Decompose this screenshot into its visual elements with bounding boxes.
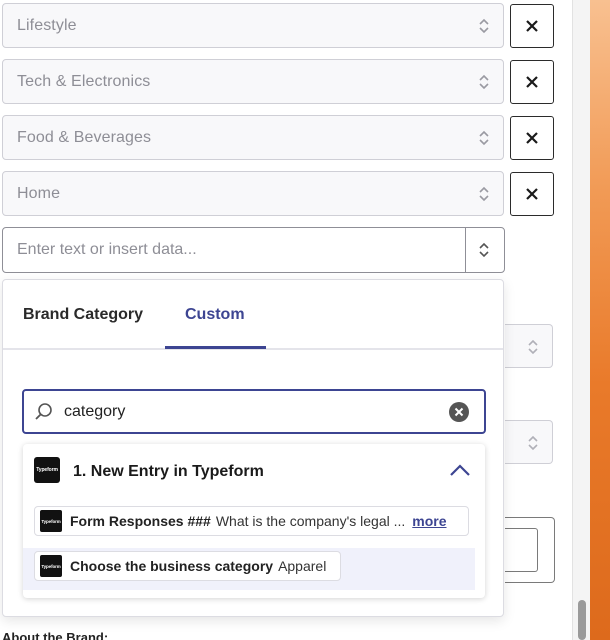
remove-item-button[interactable] xyxy=(510,116,554,160)
results-group-header[interactable]: Typeform 1. New Entry in Typeform xyxy=(23,444,485,496)
chevron-up-down-icon xyxy=(528,339,538,355)
category-select-3[interactable]: Food & Beverages xyxy=(2,115,504,160)
select-value: Tech & Electronics xyxy=(17,72,151,90)
item-value: Apparel xyxy=(278,558,327,574)
close-icon xyxy=(526,20,538,32)
tab-bar: Brand Category Custom xyxy=(3,280,503,350)
select-value: Home xyxy=(17,184,61,202)
tab-custom[interactable]: Custom xyxy=(185,306,245,324)
section-heading: About the Brand: xyxy=(2,630,109,640)
chevron-up-down-icon xyxy=(479,130,489,146)
chevron-up-icon[interactable] xyxy=(449,463,471,477)
search-results: Typeform 1. New Entry in Typeform Typefo… xyxy=(23,444,485,598)
category-select-4[interactable]: Home xyxy=(2,171,504,216)
chevron-up-down-icon xyxy=(528,435,538,451)
result-item-business-category[interactable]: Typeform Choose the business category Ap… xyxy=(34,551,341,581)
select-value: Lifestyle xyxy=(17,16,77,34)
close-icon xyxy=(526,132,538,144)
select-value: Food & Beverages xyxy=(17,128,152,146)
input-divider xyxy=(465,228,466,272)
clear-search-icon[interactable] xyxy=(449,402,469,422)
typeform-logo-icon: Typeform xyxy=(40,510,62,532)
chevron-up-down-icon xyxy=(479,18,489,34)
remove-item-button[interactable] xyxy=(510,172,554,216)
new-value-field[interactable] xyxy=(2,227,505,273)
remove-item-button[interactable] xyxy=(510,60,554,104)
item-label: Form Responses ### xyxy=(70,513,211,529)
category-select-2[interactable]: Tech & Electronics xyxy=(2,59,504,104)
active-tab-indicator xyxy=(165,346,266,349)
tab-brand-category[interactable]: Brand Category xyxy=(23,306,143,324)
category-select-1[interactable]: Lifestyle xyxy=(2,3,504,48)
item-value: What is the company's legal ... xyxy=(215,513,406,529)
page-scrollbar-thumb[interactable] xyxy=(578,600,586,640)
background-select[interactable] xyxy=(505,420,553,464)
more-link[interactable]: more xyxy=(412,513,446,529)
chevron-up-down-icon xyxy=(479,186,489,202)
close-icon xyxy=(526,76,538,88)
search-icon xyxy=(35,403,52,420)
new-value-input[interactable] xyxy=(3,228,465,272)
data-picker-popup: Brand Category Custom Typeform 1. New En… xyxy=(2,279,504,617)
data-search-input[interactable] xyxy=(64,391,444,432)
data-search-field[interactable] xyxy=(22,389,486,434)
typeform-logo-icon: Typeform xyxy=(34,457,60,483)
chevron-up-down-icon xyxy=(479,74,489,90)
group-title: 1. New Entry in Typeform xyxy=(73,463,264,480)
desktop-wallpaper xyxy=(590,0,610,640)
item-label: Choose the business category xyxy=(70,558,274,574)
remove-item-button[interactable] xyxy=(510,4,554,48)
typeform-logo-icon: Typeform xyxy=(40,555,62,577)
result-item-form-responses[interactable]: Typeform Form Responses ### What is the … xyxy=(34,506,469,536)
close-icon xyxy=(526,188,538,200)
page-scrollbar-track[interactable] xyxy=(572,0,590,640)
background-select[interactable] xyxy=(505,324,553,368)
background-field-inner xyxy=(505,528,538,572)
chevron-up-down-icon[interactable] xyxy=(477,240,491,260)
